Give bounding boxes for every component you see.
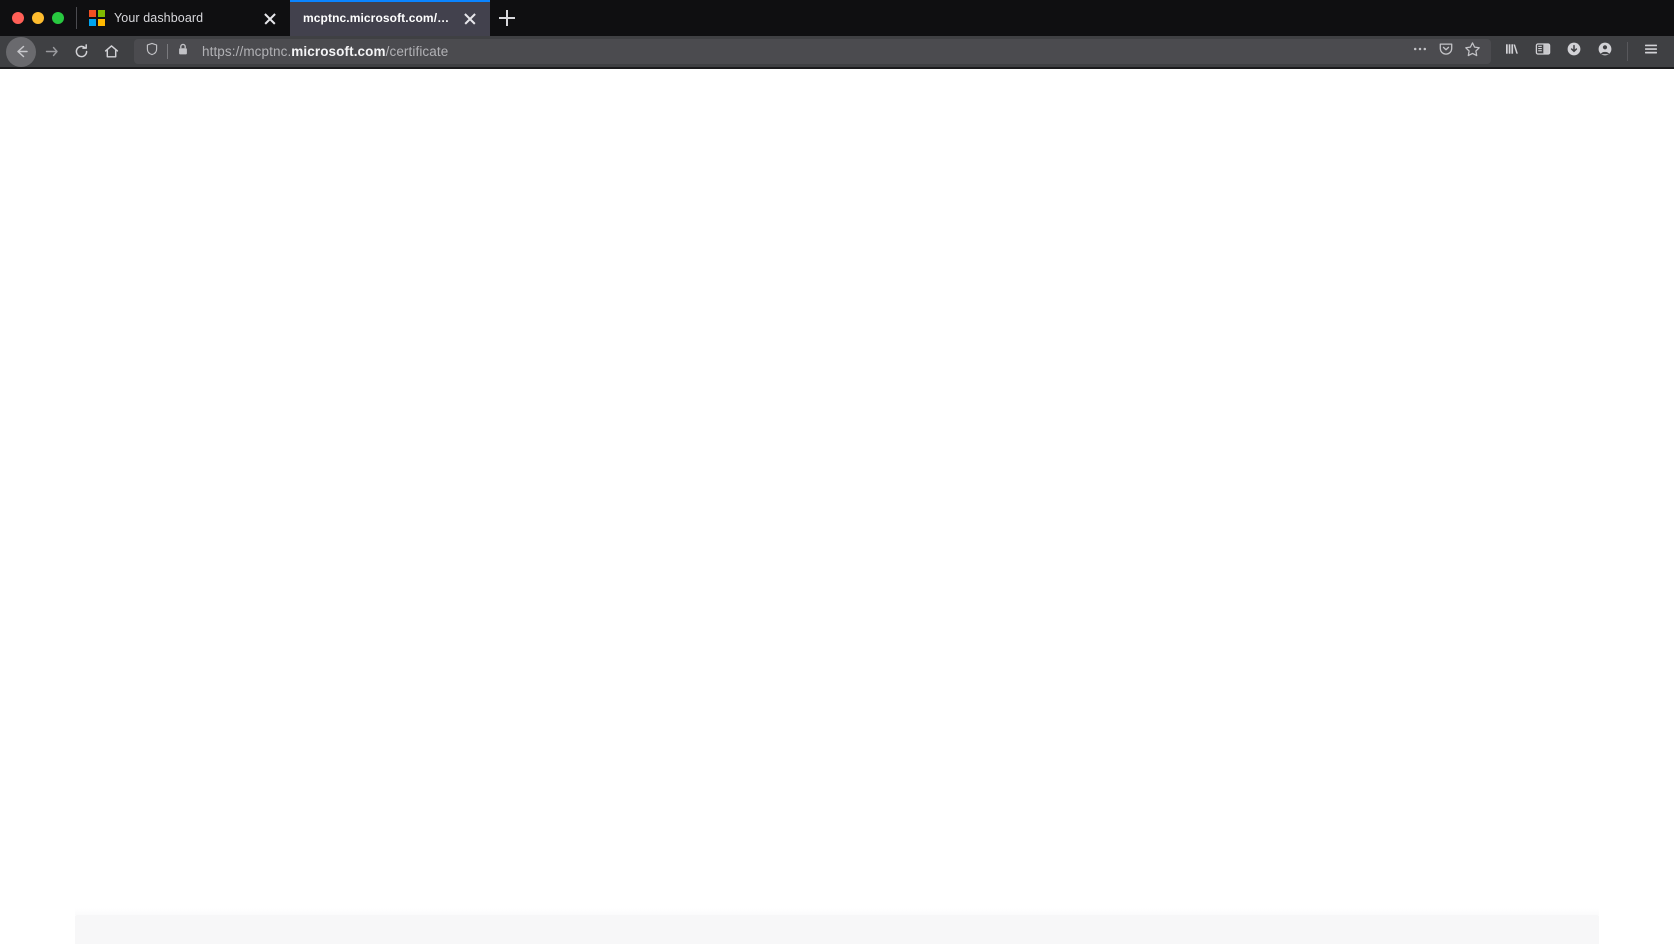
tab-strip: Your dashboard mcptnc.microsoft.com/cert…: [0, 0, 1674, 36]
reload-button[interactable]: [66, 37, 96, 67]
account-avatar-icon: [1596, 40, 1614, 63]
tab-list: Your dashboard mcptnc.microsoft.com/cert…: [76, 0, 524, 36]
shield-icon: [145, 42, 159, 61]
url-path: /certificate: [385, 44, 449, 59]
identity-separator: [167, 44, 168, 59]
arrow-right-icon: [43, 43, 60, 60]
sidebar-icon: [1534, 40, 1552, 63]
browser-window: Your dashboard mcptnc.microsoft.com/cert…: [0, 0, 1674, 944]
downloads-button[interactable]: [1558, 38, 1589, 66]
library-button[interactable]: [1496, 38, 1527, 66]
toolbar-separator: [1627, 42, 1628, 61]
url-input[interactable]: https://mcptnc.microsoft.com/certificate: [134, 39, 1491, 64]
url-actions: [1407, 41, 1485, 63]
back-button[interactable]: [6, 36, 36, 67]
new-tab-button[interactable]: [490, 0, 524, 36]
home-icon: [103, 43, 120, 60]
url-scheme: https://: [202, 44, 244, 59]
close-window-button[interactable]: [12, 12, 24, 24]
url-text[interactable]: https://mcptnc.microsoft.com/certificate: [195, 44, 1407, 59]
pocket-button[interactable]: [1433, 41, 1459, 63]
bookmark-button[interactable]: [1459, 41, 1485, 63]
close-icon[interactable]: [460, 8, 480, 28]
tab-title: mcptnc.microsoft.com/certificate: [303, 11, 451, 25]
reload-icon: [73, 43, 90, 60]
tab-your-dashboard[interactable]: Your dashboard: [76, 0, 290, 36]
forward-button[interactable]: [36, 37, 66, 67]
maximize-window-button[interactable]: [52, 12, 64, 24]
hamburger-menu-icon: [1642, 40, 1660, 63]
sidebar-button[interactable]: [1527, 38, 1558, 66]
account-button[interactable]: [1589, 38, 1620, 66]
minimize-window-button[interactable]: [32, 12, 44, 24]
toolbar-right: [1496, 38, 1668, 66]
urlbar-container: https://mcptnc.microsoft.com/certificate: [126, 39, 1496, 64]
identity-box: [140, 41, 195, 62]
page-actions-button[interactable]: [1407, 41, 1433, 63]
tab-title: Your dashboard: [114, 11, 204, 25]
ellipsis-icon: [1412, 41, 1428, 62]
library-icon: [1503, 40, 1521, 63]
navigation-toolbar: https://mcptnc.microsoft.com/certificate: [0, 36, 1674, 67]
site-security-button[interactable]: [171, 41, 195, 62]
pocket-icon: [1438, 41, 1454, 62]
arrow-left-icon: [13, 43, 30, 60]
window-controls: [0, 0, 76, 36]
navigation-buttons: [6, 36, 126, 67]
tracking-protection-button[interactable]: [140, 41, 164, 62]
lock-icon: [176, 42, 190, 61]
microsoft-logo-icon: [89, 10, 105, 26]
close-icon[interactable]: [260, 8, 280, 28]
download-badge-icon: [1565, 40, 1583, 63]
page-loading-placeholder: [75, 908, 1599, 944]
url-subdomain: mcptnc.: [243, 44, 292, 59]
home-button[interactable]: [96, 37, 126, 67]
page-content[interactable]: [0, 69, 1674, 944]
star-icon: [1464, 41, 1481, 63]
tab-mcptnc-certificate[interactable]: mcptnc.microsoft.com/certificate: [290, 0, 490, 36]
app-menu-button[interactable]: [1635, 38, 1666, 66]
url-host: microsoft.com: [291, 44, 386, 59]
